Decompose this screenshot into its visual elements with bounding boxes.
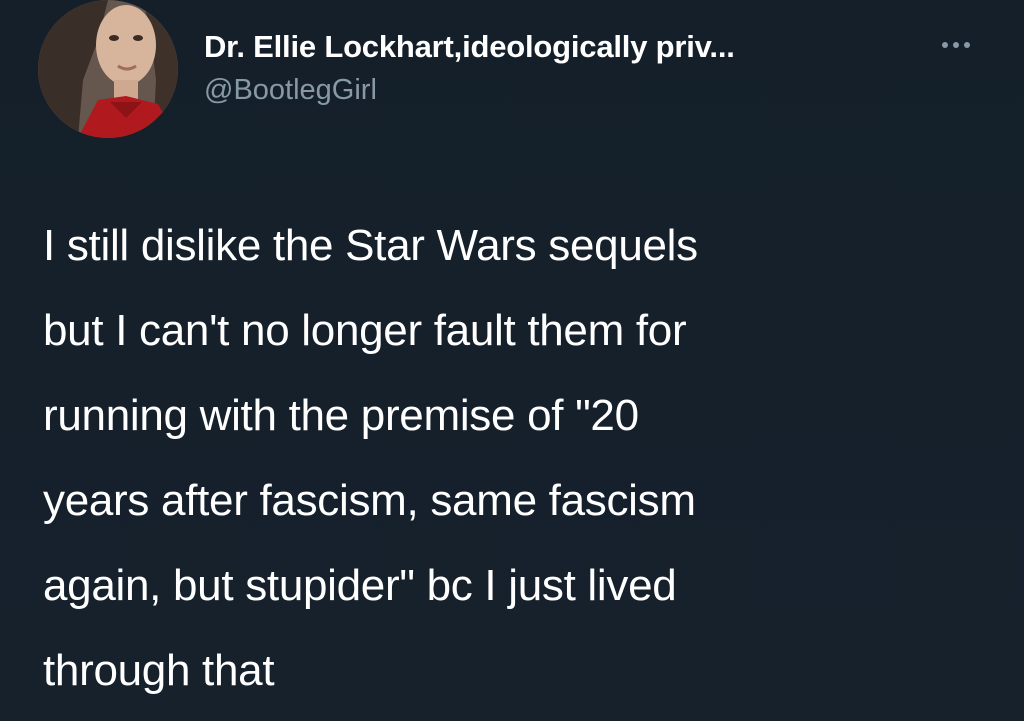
more-horizontal-icon xyxy=(942,42,948,48)
tweet-text-line: I still dislike the Star Wars sequels xyxy=(43,221,698,270)
avatar[interactable] xyxy=(38,0,178,138)
tweet-card: Dr. Ellie Lockhart,ideologically priv...… xyxy=(0,0,1024,721)
more-horizontal-icon-dot xyxy=(953,42,959,48)
tweet-text-line: running with the premise of "20 xyxy=(43,391,639,440)
avatar-image xyxy=(38,0,178,138)
author-display-name[interactable]: Dr. Ellie Lockhart,ideologically priv... xyxy=(204,29,735,65)
tweet-text: I still dislike the Star Wars sequels bu… xyxy=(43,203,1003,713)
tweet-text-line: again, but stupider" bc I just lived xyxy=(43,561,677,610)
more-options-button[interactable] xyxy=(928,30,984,60)
more-horizontal-icon-dot xyxy=(964,42,970,48)
tweet-text-line: years after fascism, same fascism xyxy=(43,476,696,525)
author-handle[interactable]: @BootlegGirl xyxy=(204,74,377,107)
tweet-text-line: but I can't no longer fault them for xyxy=(43,306,687,355)
tweet-text-line: through that xyxy=(43,646,275,695)
